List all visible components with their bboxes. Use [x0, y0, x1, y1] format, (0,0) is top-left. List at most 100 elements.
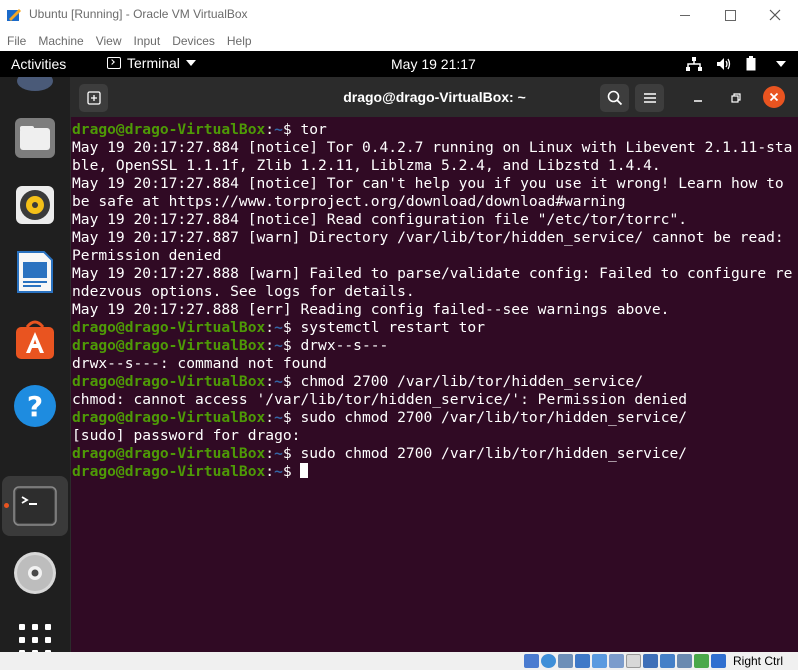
restore-icon — [730, 93, 741, 103]
prompt-user: drago@drago-VirtualBox — [72, 319, 266, 336]
host-key-label: Right Ctrl — [733, 654, 784, 668]
output-line: drwx--s---: command not found — [72, 355, 327, 372]
close-button[interactable] — [752, 0, 798, 30]
terminal-headerbar[interactable]: drago@drago-VirtualBox: ~ — [71, 79, 798, 117]
prompt-path: ~ — [274, 373, 283, 390]
network-adapter-icon[interactable] — [575, 654, 590, 668]
activities-button[interactable]: Activities — [11, 56, 66, 72]
audio-icon[interactable] — [558, 654, 573, 668]
menu-devices[interactable]: Devices — [172, 34, 215, 48]
menu-input[interactable]: Input — [134, 34, 161, 48]
gnome-topbar: Activities Terminal May 19 21:17 — [0, 51, 798, 77]
prompt-user: drago@drago-VirtualBox — [72, 463, 266, 480]
running-indicator — [4, 503, 9, 508]
terminal-output[interactable]: drago@drago-VirtualBox:~$ tor May 19 20:1… — [72, 121, 796, 481]
guest-screen[interactable]: Activities Terminal May 19 21:17 ? drago… — [0, 51, 798, 652]
prompt-line: drago@drago-VirtualBox:~$ chmod 2700 /va… — [72, 373, 796, 391]
app-menu[interactable]: Terminal — [107, 55, 196, 71]
dock-files[interactable] — [11, 114, 59, 162]
output-line: May 19 20:17:27.884 [notice] Read config… — [72, 211, 688, 228]
svg-text:?: ? — [27, 390, 43, 423]
battery-icon — [746, 56, 756, 71]
command-text: tor — [300, 121, 327, 138]
command-text: chmod 2700 /var/lib/tor/hidden_service/ — [300, 373, 644, 390]
dock-libreoffice-writer[interactable] — [11, 248, 59, 296]
menu-file[interactable]: File — [7, 34, 26, 48]
prompt-symbol: $ — [282, 445, 301, 462]
virtualbox-menubar: File Machine View Input Devices Help — [0, 30, 798, 51]
app-grid-icon — [19, 624, 51, 652]
prompt-separator: : — [265, 373, 275, 390]
prompt-separator: : — [265, 445, 275, 462]
dock-ubuntu-software[interactable] — [11, 315, 59, 363]
terminal-minimize-button[interactable] — [683, 84, 712, 112]
prompt-path: ~ — [274, 409, 283, 426]
prompt-separator: : — [265, 121, 275, 138]
prompt-symbol: $ — [282, 337, 301, 354]
dock-partial-icon — [17, 77, 53, 91]
dock-help[interactable]: ? — [11, 382, 59, 430]
keyboard-capture-icon[interactable] — [711, 654, 726, 668]
app-menu-label: Terminal — [127, 55, 180, 71]
window-title: Ubuntu [Running] - Oracle VM VirtualBox — [29, 7, 248, 21]
terminal-close-button[interactable] — [763, 86, 785, 108]
video-capture-icon[interactable] — [643, 654, 658, 668]
dock-rhythmbox[interactable] — [11, 181, 59, 229]
device-status-icons — [524, 654, 726, 668]
terminal-maximize-button[interactable] — [721, 84, 750, 112]
prompt-symbol: $ — [282, 373, 301, 390]
ubuntu-software-icon — [16, 320, 54, 359]
prompt-symbol: $ — [282, 409, 301, 426]
hamburger-menu-button[interactable] — [635, 84, 664, 112]
optical-drive-icon[interactable] — [541, 654, 556, 668]
output-line: chmod: cannot access '/var/lib/tor/hidde… — [72, 391, 688, 408]
output-line: May 19 20:17:27.888 [warn] Failed to par… — [72, 265, 793, 300]
dock-optical-disc[interactable] — [11, 549, 59, 597]
dock-show-applications[interactable] — [11, 616, 59, 652]
command-text: sudo chmod 2700 /var/lib/tor/hidden_serv… — [300, 445, 688, 462]
chevron-down-icon — [185, 60, 196, 66]
help-icon: ? — [14, 385, 56, 427]
prompt-line: drago@drago-VirtualBox:~$ sudo chmod 270… — [72, 409, 796, 427]
text-cursor[interactable] — [300, 463, 309, 478]
usb-icon[interactable] — [592, 654, 607, 668]
prompt-user: drago@drago-VirtualBox — [72, 373, 266, 390]
network-icon — [686, 56, 702, 71]
prompt-user: drago@drago-VirtualBox — [72, 445, 266, 462]
menu-view[interactable]: View — [96, 34, 122, 48]
display-icon[interactable] — [626, 654, 641, 668]
hard-disk-icon[interactable] — [524, 654, 539, 668]
prompt-symbol: $ — [282, 463, 301, 480]
mouse-integration-icon[interactable] — [694, 654, 709, 668]
menu-help[interactable]: Help — [227, 34, 252, 48]
volume-icon — [717, 57, 731, 70]
maximize-button[interactable] — [707, 0, 753, 30]
minimize-button[interactable] — [662, 0, 708, 30]
clock[interactable]: May 19 21:17 — [391, 56, 476, 72]
close-icon — [769, 92, 779, 102]
hamburger-icon — [643, 93, 656, 103]
output-line: May 19 20:17:27.887 [warn] Directory /va… — [72, 229, 793, 264]
system-tray[interactable] — [686, 56, 786, 71]
recording-icon[interactable] — [660, 654, 675, 668]
prompt-user: drago@drago-VirtualBox — [72, 121, 266, 138]
prompt-line: drago@drago-VirtualBox:~$ — [72, 463, 796, 481]
prompt-path: ~ — [274, 121, 283, 138]
terminal-window[interactable]: drago@drago-VirtualBox: ~ drago@drago-Vi… — [71, 79, 798, 652]
minimize-icon — [693, 100, 702, 102]
prompt-separator: : — [265, 337, 275, 354]
disc-icon — [14, 552, 56, 594]
virtualbox-statusbar: Right Ctrl — [0, 652, 798, 670]
dock-terminal[interactable] — [11, 482, 59, 530]
virtualbox-titlebar: Ubuntu [Running] - Oracle VM VirtualBox — [0, 0, 798, 30]
search-button[interactable] — [600, 84, 629, 112]
dock: ? — [0, 77, 70, 652]
prompt-line: drago@drago-VirtualBox:~$ drwx--s--- — [72, 337, 796, 355]
shared-folders-icon[interactable] — [609, 654, 624, 668]
prompt-symbol: $ — [282, 121, 301, 138]
menu-machine[interactable]: Machine — [38, 34, 83, 48]
output-line: May 19 20:17:27.884 [notice] Tor can't h… — [72, 175, 793, 210]
cpu-icon[interactable] — [677, 654, 692, 668]
system-menu-chevron-icon — [776, 60, 786, 67]
prompt-separator: : — [265, 463, 275, 480]
